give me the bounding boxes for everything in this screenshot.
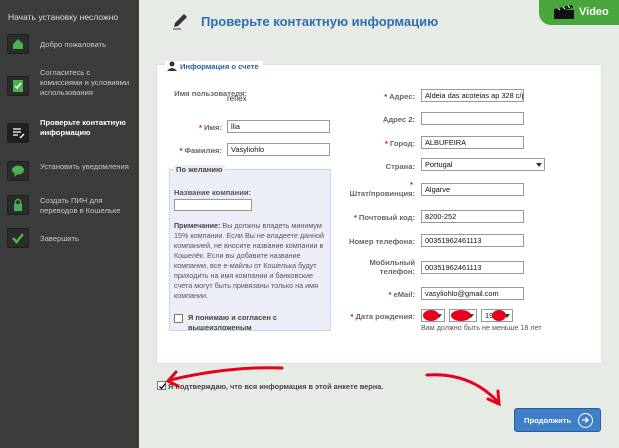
mobile-input[interactable]: 00351962461113: [421, 261, 524, 274]
sidebar-item-finish[interactable]: Завершить: [0, 228, 139, 252]
age-note: Вам должно быть не меньше 18 лет: [421, 323, 542, 332]
arrow-right-icon: [578, 413, 593, 428]
city-label: * Город:: [384, 139, 415, 148]
firstname-input[interactable]: llia: [227, 120, 330, 133]
state-label: * Штат/провинция:: [349, 180, 416, 198]
address2-input[interactable]: [421, 112, 524, 125]
address-input[interactable]: Aldeia das acoteias ap 328 c/p: [421, 89, 524, 102]
redaction-mark: [492, 310, 506, 321]
sidebar-item-label: Согласитесь с комиссиями и условиями исп…: [40, 68, 130, 97]
company-label: Название компании:: [174, 188, 252, 197]
agree-label: Я понимаю и согласен с вышеизложеным: [188, 313, 277, 332]
chat-bubble-icon: [7, 161, 29, 181]
video-label: Video: [579, 6, 609, 18]
section-title: Информация о счете: [165, 61, 263, 71]
country-select[interactable]: Portugal: [421, 158, 545, 171]
clapperboard-icon: [554, 5, 574, 19]
sidebar-item-notifications[interactable]: Установить уведомления: [0, 160, 139, 184]
redaction-mark: [451, 310, 471, 321]
dropdown-arrow-icon: [536, 163, 542, 167]
lock-icon: [7, 195, 29, 215]
address-label: * Адрес:: [384, 92, 415, 101]
main-content: Проверьте контактную информацию Video Ин…: [139, 0, 619, 448]
email-input[interactable]: vasyliohlo@gmail.com: [421, 287, 524, 300]
redaction-mark: [423, 310, 439, 321]
country-label: Страна:: [385, 162, 415, 171]
sidebar-item-label: Создать ПИН для переводов в Кошельке: [40, 196, 121, 215]
document-check-icon: [7, 76, 29, 96]
sidebar-item-terms[interactable]: Согласитесь с комиссиями и условиями исп…: [0, 68, 139, 108]
phone-input[interactable]: 00351962461113: [421, 234, 524, 247]
house-icon: [7, 34, 29, 54]
user-icon: [167, 61, 177, 71]
continue-label: Продолжить: [524, 416, 572, 425]
postal-label: * Почтовый код:: [353, 213, 415, 222]
check-icon: [159, 383, 167, 390]
address2-label: Адрес 2:: [382, 115, 415, 124]
dob-label: * Дата рождения:: [350, 312, 415, 321]
page-title: Проверьте контактную информацию: [201, 14, 439, 29]
sidebar-title: Начать установку несложно: [8, 12, 119, 22]
form-panel: Информация о счете Имя пользователя: ref…: [156, 61, 602, 364]
confirm-checkbox[interactable]: [157, 381, 167, 390]
confirm-label: Я подтверждаю, что вся информация в этой…: [168, 382, 384, 391]
agree-checkbox[interactable]: [174, 314, 183, 323]
city-input[interactable]: ALBUFEIRA: [421, 136, 524, 149]
sidebar: Начать установку несложно Добро пожалова…: [0, 0, 139, 448]
company-note: Примечание: Вы должны владеть минимум 15…: [174, 221, 325, 300]
sidebar-item-contact-info[interactable]: Проверьте контактную информацию: [0, 118, 139, 150]
sidebar-item-label: Завершить: [40, 234, 79, 243]
pencil-list-icon: [7, 123, 29, 143]
firstname-label: * Имя:: [198, 123, 222, 132]
lastname-input[interactable]: Vasyliohlo: [227, 143, 330, 156]
username-value: reflex: [227, 94, 247, 103]
postal-input[interactable]: 8200-252: [421, 210, 524, 223]
sidebar-item-pin[interactable]: Создать ПИН для переводов в Кошельке: [0, 194, 139, 218]
optional-title: По желанию: [174, 165, 225, 174]
email-label: * eMail:: [388, 290, 416, 299]
sidebar-item-label: Установить уведомления: [40, 162, 129, 171]
company-input[interactable]: [174, 199, 252, 211]
pencil-icon: [171, 12, 189, 32]
state-input[interactable]: Algarve: [421, 183, 524, 196]
optional-fieldset: По желанию Название компании: Примечание…: [169, 165, 331, 332]
lastname-label: * Фамилия:: [179, 146, 222, 155]
mobile-label: Мобильный телефон:: [369, 258, 415, 276]
sidebar-item-label: Проверьте контактную информацию: [40, 118, 126, 137]
phone-label: Номер телефона:: [348, 237, 415, 246]
video-button[interactable]: Video: [539, 0, 619, 25]
checkmark-icon: [7, 228, 29, 248]
sidebar-item-label: Добро пожаловать: [40, 40, 107, 49]
continue-button[interactable]: Продолжить: [514, 408, 601, 432]
sidebar-item-welcome[interactable]: Добро пожаловать: [0, 34, 139, 58]
